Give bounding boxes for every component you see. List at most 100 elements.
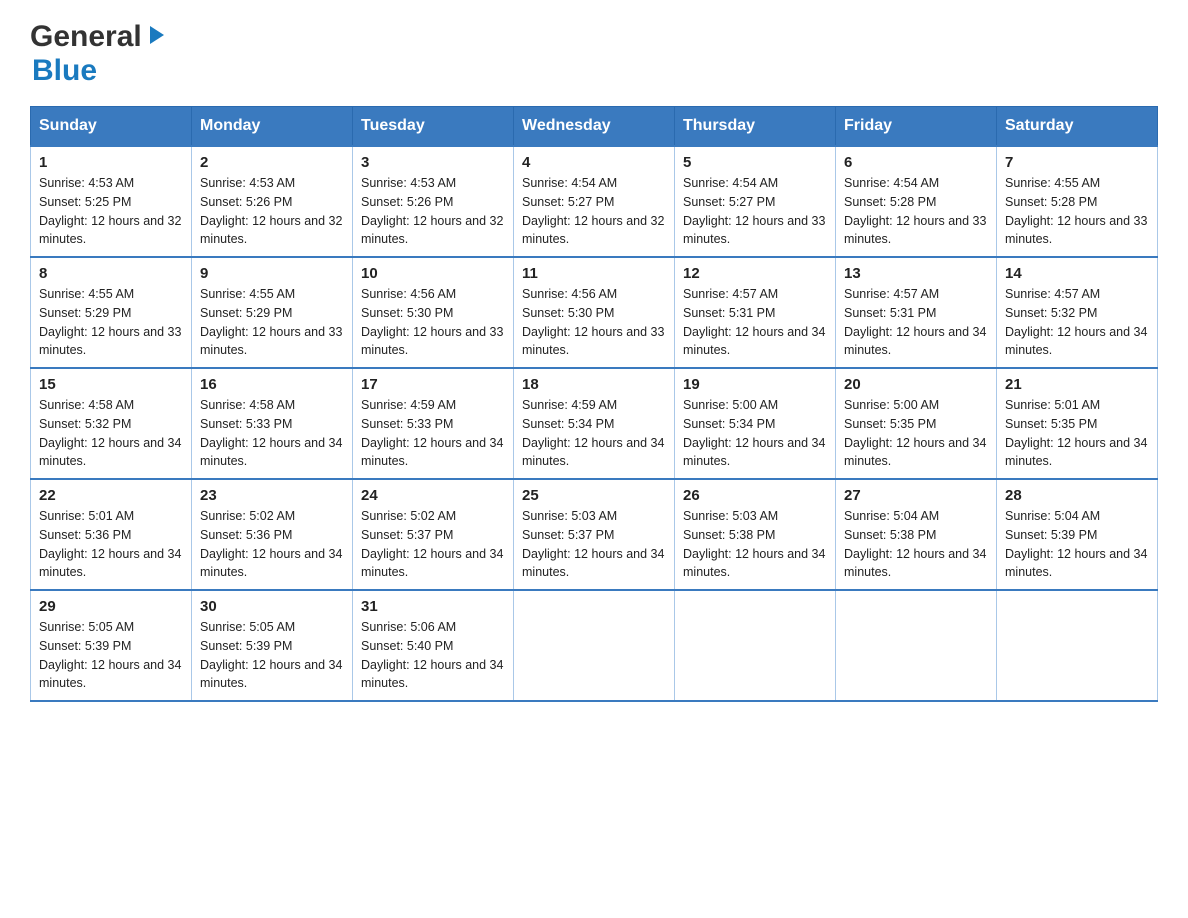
day-number: 2 [200,154,344,171]
calendar-cell: 12 Sunrise: 4:57 AMSunset: 5:31 PMDayligh… [675,257,836,368]
day-info: Sunrise: 4:53 AMSunset: 5:25 PMDaylight:… [39,174,183,249]
day-number: 11 [522,265,666,282]
calendar-week-2: 8 Sunrise: 4:55 AMSunset: 5:29 PMDaylight… [31,257,1158,368]
day-info: Sunrise: 4:57 AMSunset: 5:32 PMDaylight:… [1005,285,1149,360]
calendar-cell: 1Sunrise: 4:53 AMSunset: 5:25 PMDaylight… [31,146,192,257]
calendar-cell: 11 Sunrise: 4:56 AMSunset: 5:30 PMDayligh… [514,257,675,368]
day-number: 15 [39,376,183,393]
day-number: 30 [200,598,344,615]
calendar-cell: 15 Sunrise: 4:58 AMSunset: 5:32 PMDayligh… [31,368,192,479]
day-info: Sunrise: 4:53 AMSunset: 5:26 PMDaylight:… [200,174,344,249]
day-number: 10 [361,265,505,282]
day-info: Sunrise: 5:05 AMSunset: 5:39 PMDaylight:… [39,618,183,693]
day-number: 12 [683,265,827,282]
calendar-cell: 24 Sunrise: 5:02 AMSunset: 5:37 PMDayligh… [353,479,514,590]
calendar-cell: 21 Sunrise: 5:01 AMSunset: 5:35 PMDayligh… [997,368,1158,479]
calendar-cell: 13 Sunrise: 4:57 AMSunset: 5:31 PMDayligh… [836,257,997,368]
calendar-cell: 29 Sunrise: 5:05 AMSunset: 5:39 PMDayligh… [31,590,192,701]
day-info: Sunrise: 4:58 AMSunset: 5:32 PMDaylight:… [39,396,183,471]
day-number: 6 [844,154,988,171]
calendar-cell: 23 Sunrise: 5:02 AMSunset: 5:36 PMDayligh… [192,479,353,590]
day-number: 16 [200,376,344,393]
weekday-header-monday: Monday [192,107,353,147]
day-info: Sunrise: 5:01 AMSunset: 5:36 PMDaylight:… [39,507,183,582]
day-number: 18 [522,376,666,393]
day-info: Sunrise: 5:03 AMSunset: 5:37 PMDaylight:… [522,507,666,582]
day-number: 20 [844,376,988,393]
day-number: 13 [844,265,988,282]
day-info: Sunrise: 4:54 AMSunset: 5:27 PMDaylight:… [683,174,827,249]
day-info: Sunrise: 5:04 AMSunset: 5:39 PMDaylight:… [1005,507,1149,582]
page-header: General Blue [30,20,1158,88]
day-info: Sunrise: 4:53 AMSunset: 5:26 PMDaylight:… [361,174,505,249]
day-number: 19 [683,376,827,393]
calendar-table: SundayMondayTuesdayWednesdayThursdayFrid… [30,106,1158,702]
calendar-cell: 9 Sunrise: 4:55 AMSunset: 5:29 PMDaylight… [192,257,353,368]
day-info: Sunrise: 5:00 AMSunset: 5:34 PMDaylight:… [683,396,827,471]
weekday-header-tuesday: Tuesday [353,107,514,147]
day-number: 24 [361,487,505,504]
day-number: 8 [39,265,183,282]
weekday-header-wednesday: Wednesday [514,107,675,147]
day-number: 28 [1005,487,1149,504]
day-info: Sunrise: 5:01 AMSunset: 5:35 PMDaylight:… [1005,396,1149,471]
calendar-cell: 17 Sunrise: 4:59 AMSunset: 5:33 PMDayligh… [353,368,514,479]
calendar-cell: 6 Sunrise: 4:54 AMSunset: 5:28 PMDaylight… [836,146,997,257]
day-info: Sunrise: 5:00 AMSunset: 5:35 PMDaylight:… [844,396,988,471]
day-number: 5 [683,154,827,171]
calendar-cell: 18 Sunrise: 4:59 AMSunset: 5:34 PMDayligh… [514,368,675,479]
calendar-cell: 28 Sunrise: 5:04 AMSunset: 5:39 PMDayligh… [997,479,1158,590]
calendar-header-row: SundayMondayTuesdayWednesdayThursdayFrid… [31,107,1158,147]
calendar-cell: 20 Sunrise: 5:00 AMSunset: 5:35 PMDayligh… [836,368,997,479]
weekday-header-friday: Friday [836,107,997,147]
day-number: 26 [683,487,827,504]
day-info: Sunrise: 4:56 AMSunset: 5:30 PMDaylight:… [361,285,505,360]
day-info: Sunrise: 4:57 AMSunset: 5:31 PMDaylight:… [844,285,988,360]
day-info: Sunrise: 4:55 AMSunset: 5:29 PMDaylight:… [200,285,344,360]
logo-blue-text: Blue [32,54,97,88]
weekday-header-thursday: Thursday [675,107,836,147]
day-number: 23 [200,487,344,504]
logo-arrow-icon [144,24,166,51]
logo: General Blue [30,20,166,88]
calendar-cell: 8 Sunrise: 4:55 AMSunset: 5:29 PMDaylight… [31,257,192,368]
calendar-week-4: 22Sunrise: 5:01 AMSunset: 5:36 PMDayligh… [31,479,1158,590]
day-info: Sunrise: 4:58 AMSunset: 5:33 PMDaylight:… [200,396,344,471]
calendar-week-1: 1Sunrise: 4:53 AMSunset: 5:25 PMDaylight… [31,146,1158,257]
calendar-cell: 4Sunrise: 4:54 AMSunset: 5:27 PMDaylight… [514,146,675,257]
calendar-cell: 2 Sunrise: 4:53 AMSunset: 5:26 PMDaylight… [192,146,353,257]
calendar-cell: 27Sunrise: 5:04 AMSunset: 5:38 PMDayligh… [836,479,997,590]
day-info: Sunrise: 4:54 AMSunset: 5:28 PMDaylight:… [844,174,988,249]
calendar-cell: 5 Sunrise: 4:54 AMSunset: 5:27 PMDaylight… [675,146,836,257]
day-number: 27 [844,487,988,504]
day-info: Sunrise: 4:59 AMSunset: 5:34 PMDaylight:… [522,396,666,471]
day-number: 29 [39,598,183,615]
day-number: 17 [361,376,505,393]
day-number: 9 [200,265,344,282]
calendar-cell: 22Sunrise: 5:01 AMSunset: 5:36 PMDayligh… [31,479,192,590]
day-info: Sunrise: 5:05 AMSunset: 5:39 PMDaylight:… [200,618,344,693]
day-info: Sunrise: 4:55 AMSunset: 5:28 PMDaylight:… [1005,174,1149,249]
calendar-cell: 7 Sunrise: 4:55 AMSunset: 5:28 PMDaylight… [997,146,1158,257]
day-info: Sunrise: 4:55 AMSunset: 5:29 PMDaylight:… [39,285,183,360]
day-number: 7 [1005,154,1149,171]
day-number: 21 [1005,376,1149,393]
day-number: 25 [522,487,666,504]
calendar-week-5: 29 Sunrise: 5:05 AMSunset: 5:39 PMDayligh… [31,590,1158,701]
day-info: Sunrise: 5:02 AMSunset: 5:37 PMDaylight:… [361,507,505,582]
day-info: Sunrise: 5:02 AMSunset: 5:36 PMDaylight:… [200,507,344,582]
calendar-cell: 30 Sunrise: 5:05 AMSunset: 5:39 PMDayligh… [192,590,353,701]
weekday-header-saturday: Saturday [997,107,1158,147]
weekday-header-sunday: Sunday [31,107,192,147]
calendar-cell: 31Sunrise: 5:06 AMSunset: 5:40 PMDayligh… [353,590,514,701]
calendar-cell [997,590,1158,701]
day-number: 31 [361,598,505,615]
day-number: 14 [1005,265,1149,282]
day-info: Sunrise: 5:03 AMSunset: 5:38 PMDaylight:… [683,507,827,582]
day-info: Sunrise: 4:57 AMSunset: 5:31 PMDaylight:… [683,285,827,360]
calendar-cell [675,590,836,701]
day-info: Sunrise: 4:56 AMSunset: 5:30 PMDaylight:… [522,285,666,360]
day-info: Sunrise: 4:59 AMSunset: 5:33 PMDaylight:… [361,396,505,471]
day-number: 4 [522,154,666,171]
calendar-cell: 14 Sunrise: 4:57 AMSunset: 5:32 PMDayligh… [997,257,1158,368]
